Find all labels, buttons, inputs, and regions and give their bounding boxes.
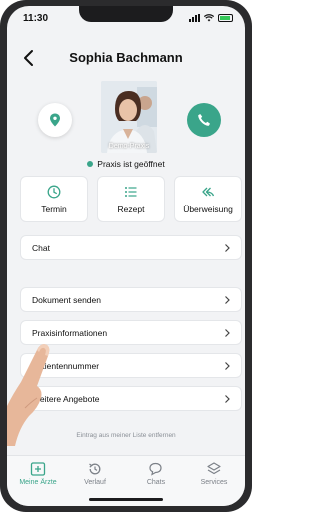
photo-caption: Demo-Praxis bbox=[108, 143, 150, 150]
chevron-right-icon bbox=[225, 295, 230, 304]
open-status-text: Praxis ist geöffnet bbox=[97, 159, 165, 169]
location-button[interactable] bbox=[38, 103, 72, 137]
practice-info-item[interactable]: Praxisinformationen bbox=[20, 320, 242, 345]
patient-number-item[interactable]: Patientennummer bbox=[20, 353, 242, 378]
nav-bar: Sophia Bachmann bbox=[7, 48, 245, 68]
plus-box-icon bbox=[30, 462, 46, 476]
history-icon bbox=[89, 463, 101, 475]
patient-number-label: Patientennummer bbox=[32, 360, 100, 371]
referral-label: Überweisung bbox=[183, 203, 233, 214]
page-title: Sophia Bachmann bbox=[69, 50, 183, 65]
tab-services-label: Services bbox=[200, 479, 228, 486]
practice-info-label: Praxisinformationen bbox=[32, 327, 108, 338]
status-time: 11:30 bbox=[23, 12, 49, 24]
send-document-item[interactable]: Dokument senden bbox=[20, 287, 242, 312]
stack-icon bbox=[207, 462, 221, 475]
tab-history-label: Verlauf bbox=[84, 479, 106, 486]
appointment-label: Termin bbox=[41, 203, 67, 214]
call-button[interactable] bbox=[187, 103, 221, 137]
prescription-label: Rezept bbox=[117, 203, 145, 214]
tab-services[interactable]: Services bbox=[189, 462, 239, 496]
wifi-icon bbox=[204, 14, 214, 22]
list-icon bbox=[125, 186, 137, 197]
location-pin-icon bbox=[50, 113, 60, 127]
practice-status: Praxis ist geöffnet bbox=[7, 159, 245, 169]
back-arrow-icon[interactable] bbox=[21, 48, 39, 68]
clock-icon bbox=[47, 185, 61, 198]
chevron-right-icon bbox=[225, 394, 230, 403]
doctor-photo: Demo-Praxis bbox=[101, 81, 157, 153]
remove-from-list-link[interactable]: Eintrag aus meiner Liste entfernen bbox=[7, 432, 245, 439]
app-screen: 11:30 Sophia Bachmann Demo-Praxis Praxis… bbox=[7, 6, 245, 506]
open-status-dot bbox=[87, 161, 94, 167]
appointment-button[interactable]: Termin bbox=[20, 176, 88, 222]
status-icons bbox=[189, 14, 233, 22]
action-row: Termin Rezept Überweisung bbox=[20, 176, 242, 222]
phone-frame: 11:30 Sophia Bachmann Demo-Praxis Praxis… bbox=[0, 0, 252, 512]
more-offers-label: Weitere Angebote bbox=[32, 393, 100, 404]
chat-bubbles-icon bbox=[149, 462, 162, 476]
phone-icon bbox=[198, 114, 210, 126]
chat-item[interactable]: Chat bbox=[20, 235, 242, 260]
tab-history[interactable]: Verlauf bbox=[70, 462, 120, 496]
more-offers-item[interactable]: Weitere Angebote bbox=[20, 386, 242, 411]
referral-button[interactable]: Überweisung bbox=[174, 176, 242, 222]
chevron-right-icon bbox=[225, 328, 230, 337]
chevron-right-icon bbox=[225, 243, 230, 252]
chat-label: Chat bbox=[32, 242, 50, 253]
prescription-button[interactable]: Rezept bbox=[97, 176, 165, 222]
signal-icon bbox=[189, 14, 200, 22]
tab-chats-label: Chats bbox=[146, 479, 166, 486]
tab-chats[interactable]: Chats bbox=[131, 462, 181, 496]
tab-my-doctors-label: Meine Ärzte bbox=[19, 479, 57, 486]
forward-arrow-icon bbox=[202, 187, 215, 196]
tab-my-doctors[interactable]: Meine Ärzte bbox=[13, 462, 63, 496]
battery-icon bbox=[218, 14, 233, 22]
send-document-label: Dokument senden bbox=[32, 294, 101, 305]
home-indicator bbox=[89, 498, 163, 501]
notch bbox=[79, 6, 173, 22]
chevron-right-icon bbox=[225, 361, 230, 370]
